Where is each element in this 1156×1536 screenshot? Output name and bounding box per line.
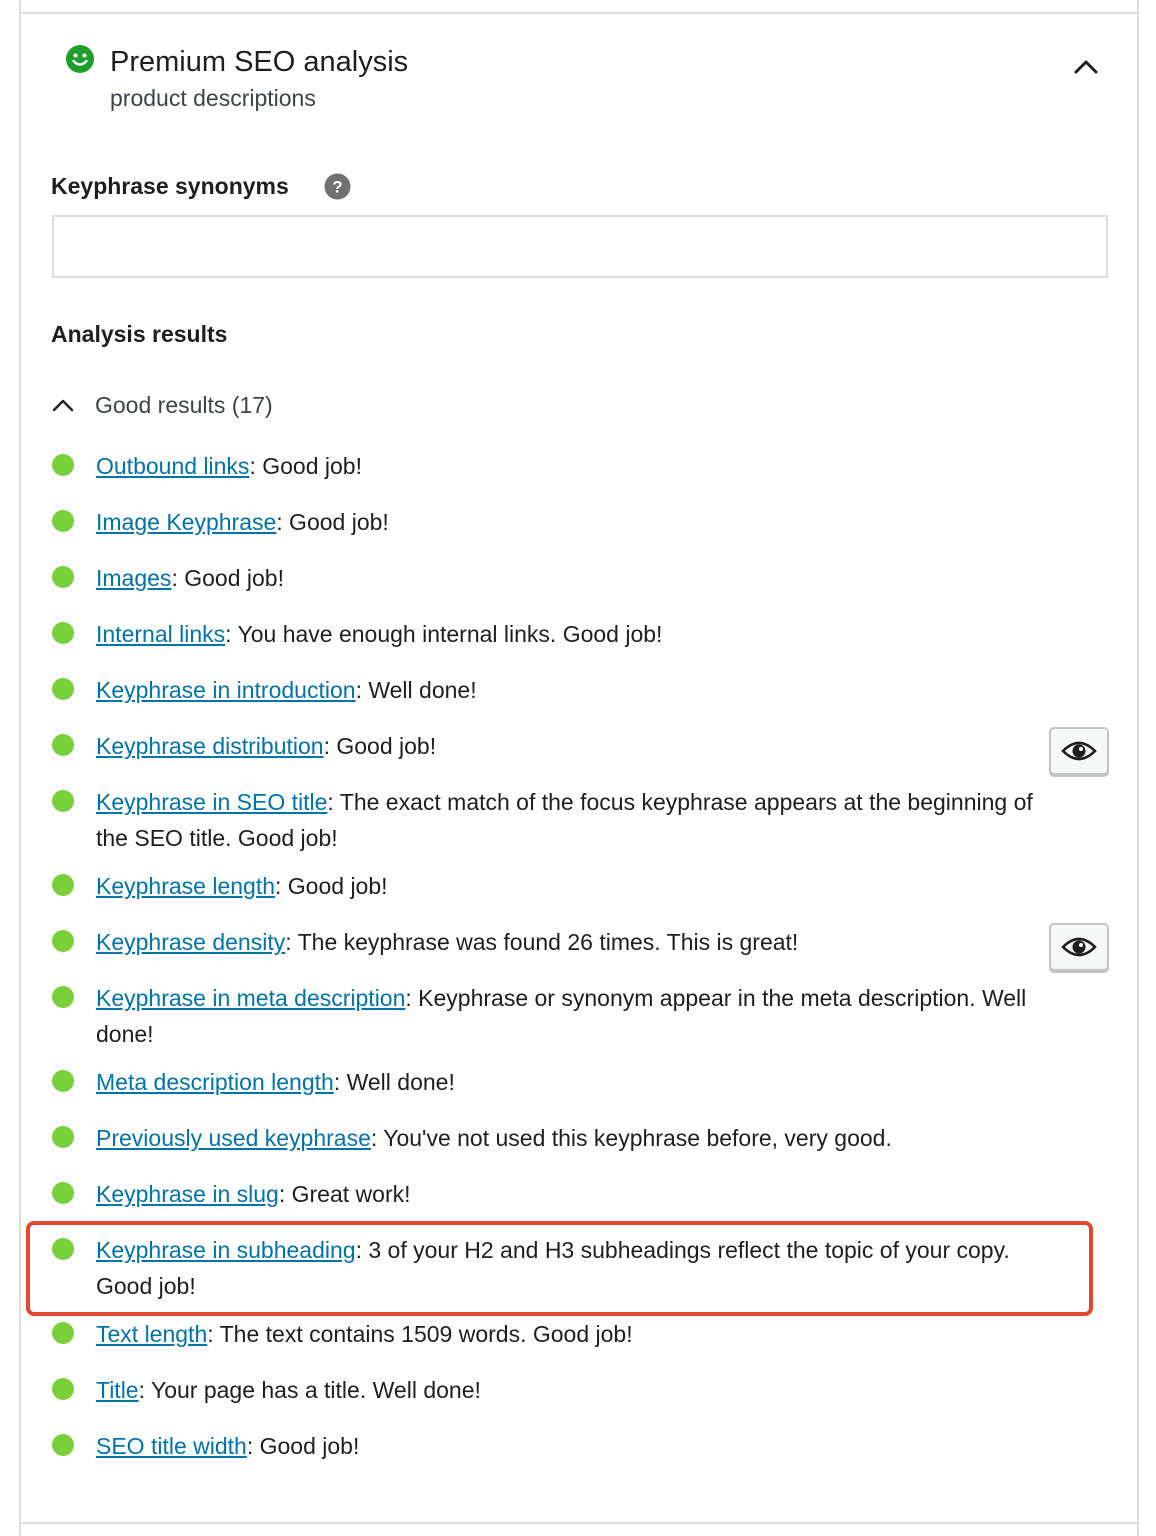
eye-icon [1061, 741, 1097, 761]
result-text: Keyphrase distribution: Good job! [96, 728, 1052, 764]
eye-icon [1061, 937, 1097, 957]
status-dot-icon [52, 986, 74, 1008]
result-text: Keyphrase in SEO title: The exact match … [96, 784, 1052, 856]
status-dot-icon [52, 510, 74, 532]
result-message: : You've not used this keyphrase before,… [370, 1125, 892, 1151]
result-message: : Great work! [278, 1181, 411, 1207]
result-message: : The keyphrase was found 26 times. This… [285, 929, 799, 955]
result-text: SEO title width: Good job! [96, 1428, 1052, 1464]
result-message: : Good job! [323, 733, 437, 759]
result-item: Keyphrase in introduction: Well done! [52, 672, 1052, 708]
result-text: Internal links: You have enough internal… [96, 616, 1052, 652]
result-message: : Good job! [275, 873, 388, 899]
result-item: Keyphrase in slug: Great work! [52, 1176, 1052, 1212]
status-dot-icon [52, 1378, 74, 1400]
keyphrase-synonyms-label: Keyphrase synonyms [51, 173, 289, 199]
result-message: : Good job! [249, 453, 362, 479]
smiley-icon [66, 45, 94, 73]
result-link[interactable]: Outbound links [96, 453, 249, 479]
status-dot-icon [52, 1070, 74, 1092]
status-dot-icon [52, 566, 74, 588]
status-dot-icon [52, 1434, 74, 1456]
result-text: Keyphrase in meta description: Keyphrase… [96, 980, 1052, 1052]
result-text: Keyphrase in introduction: Well done! [96, 672, 1052, 708]
result-message: : Well done! [355, 677, 477, 703]
panel-title: Premium SEO analysis [110, 46, 409, 78]
result-item: Text length: The text contains 1509 word… [52, 1316, 1052, 1352]
status-dot-icon [52, 1182, 74, 1204]
result-text: Keyphrase in slug: Great work! [96, 1176, 1052, 1212]
status-dot-icon [52, 1126, 74, 1148]
result-text: Previously used keyphrase: You've not us… [96, 1120, 1052, 1156]
chevron-up-icon [1074, 60, 1098, 74]
result-link[interactable]: Keyphrase length [96, 873, 275, 899]
result-item: Image Keyphrase: Good job! [52, 504, 1052, 540]
result-item: Keyphrase density: The keyphrase was fou… [52, 924, 1052, 960]
highlight-box [26, 1221, 1093, 1316]
result-link[interactable]: Title [96, 1377, 139, 1403]
status-dot-icon [52, 454, 74, 476]
status-dot-icon [52, 678, 74, 700]
result-message: : Good job! [276, 509, 389, 535]
result-link[interactable]: Keyphrase distribution [96, 733, 324, 759]
status-dot-icon [52, 930, 74, 952]
result-item: Meta description length: Well done! [52, 1064, 1052, 1100]
result-text: Keyphrase length: Good job! [96, 868, 1052, 904]
result-link[interactable]: Keyphrase in slug [96, 1181, 279, 1207]
result-link[interactable]: SEO title width [96, 1433, 247, 1459]
result-link[interactable]: Internal links [96, 621, 225, 647]
result-message: : Your page has a title. Well done! [138, 1377, 481, 1403]
result-message: : You have enough internal links. Good j… [225, 621, 663, 647]
highlight-toggle-button[interactable] [1049, 923, 1109, 971]
result-text: Image Keyphrase: Good job! [96, 504, 1052, 540]
good-results-toggle[interactable]: Good results (17) [50, 388, 273, 422]
top-divider [19, 12, 1139, 14]
panel-subtitle: product descriptions [110, 85, 316, 111]
result-text: Keyphrase density: The keyphrase was fou… [96, 924, 1052, 960]
status-dot-icon [52, 874, 74, 896]
status-dot-icon [52, 734, 74, 756]
result-item: Keyphrase in meta description: Keyphrase… [52, 980, 1052, 1052]
analysis-results-heading: Analysis results [51, 321, 228, 347]
result-item: Keyphrase in SEO title: The exact match … [52, 784, 1052, 856]
result-text: Title: Your page has a title. Well done! [96, 1372, 1052, 1408]
status-dot-icon [52, 790, 74, 812]
result-link[interactable]: Images [96, 565, 171, 591]
question-icon[interactable]: ? [324, 173, 351, 200]
bottom-divider [19, 1522, 1139, 1524]
keyphrase-synonyms-input[interactable] [52, 215, 1108, 278]
result-item: Images: Good job! [52, 560, 1052, 596]
result-text: Text length: The text contains 1509 word… [96, 1316, 1052, 1352]
result-item: Keyphrase distribution: Good job! [52, 728, 1052, 764]
result-message: : Good job! [246, 1433, 360, 1459]
result-message: : Well done! [333, 1069, 455, 1095]
result-text: Outbound links: Good job! [96, 448, 1052, 484]
result-item: Internal links: You have enough internal… [52, 616, 1052, 652]
result-item: Previously used keyphrase: You've not us… [52, 1120, 1052, 1156]
svg-text:?: ? [332, 178, 342, 197]
highlight-toggle-button[interactable] [1049, 727, 1109, 775]
collapse-panel-button[interactable] [1068, 50, 1104, 82]
result-link[interactable]: Keyphrase in meta description [96, 985, 405, 1011]
result-item: Keyphrase length: Good job! [52, 868, 1052, 904]
chevron-up-icon [52, 399, 74, 412]
result-link[interactable]: Keyphrase density [96, 929, 285, 955]
result-link[interactable]: Meta description length [96, 1069, 334, 1095]
result-text: Meta description length: Well done! [96, 1064, 1052, 1100]
result-link[interactable]: Keyphrase in introduction [96, 677, 356, 703]
result-message: : Good job! [171, 565, 284, 591]
status-dot-icon [52, 622, 74, 644]
status-dot-icon [52, 1322, 74, 1344]
result-link[interactable]: Image Keyphrase [96, 509, 276, 535]
result-message: : The text contains 1509 words. Good job… [207, 1321, 633, 1347]
result-text: Images: Good job! [96, 560, 1052, 596]
result-link[interactable]: Keyphrase in SEO title [96, 789, 327, 815]
result-link[interactable]: Text length [96, 1321, 207, 1347]
result-link[interactable]: Previously used keyphrase [96, 1125, 371, 1151]
good-results-label: Good results (17) [95, 391, 273, 418]
result-item: SEO title width: Good job! [52, 1428, 1052, 1464]
result-item: Outbound links: Good job! [52, 448, 1052, 484]
result-item: Title: Your page has a title. Well done! [52, 1372, 1052, 1408]
